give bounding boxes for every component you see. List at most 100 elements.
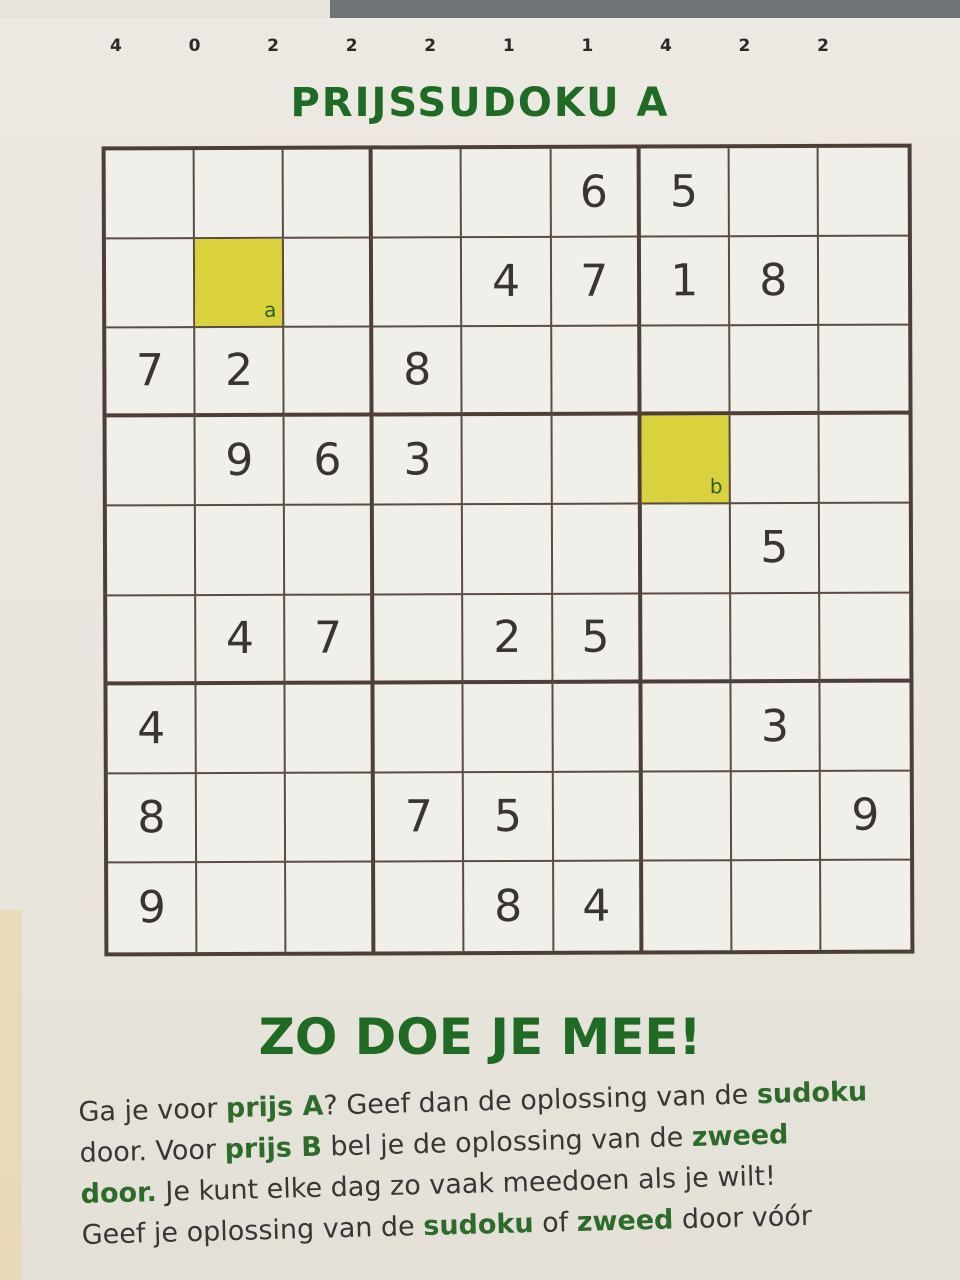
page-edge-shadow	[0, 910, 22, 1280]
sudoku-cell[interactable]	[374, 505, 464, 596]
sudoku-cell[interactable]	[819, 325, 909, 416]
sudoku-cell[interactable]	[731, 771, 821, 862]
sudoku-cell[interactable]: 7	[551, 237, 641, 328]
sudoku-cell[interactable]: 8	[107, 773, 198, 864]
sudoku-cell[interactable]	[729, 147, 819, 238]
sudoku-cell[interactable]	[819, 414, 909, 505]
sudoku-cell[interactable]: 7	[375, 772, 465, 863]
sudoku-cell[interactable]: 9	[195, 417, 286, 507]
sudoku-cell[interactable]	[820, 593, 910, 683]
sudoku-cell[interactable]: 5	[464, 772, 554, 863]
sudoku-cell[interactable]: 4	[107, 684, 197, 775]
sudoku-cell[interactable]	[373, 238, 463, 328]
sudoku-cell[interactable]	[462, 416, 553, 506]
instruction-text: Ga je voor	[78, 1093, 227, 1128]
cell-digit: 8	[403, 344, 432, 396]
sudoku-cell[interactable]	[552, 504, 642, 595]
sudoku-cell[interactable]	[821, 860, 910, 949]
instruction-highlight: sudoku	[756, 1076, 868, 1111]
sudoku-cell[interactable]	[641, 593, 732, 684]
cell-digit: 9	[225, 435, 254, 487]
sudoku-cell[interactable]: 3	[731, 682, 821, 772]
sudoku-cell[interactable]	[640, 326, 731, 416]
sudoku-cell[interactable]: 7	[285, 595, 375, 685]
sudoku-cell[interactable]: 8	[373, 327, 463, 417]
sudoku-cell[interactable]: 6	[284, 416, 375, 507]
sudoku-cell[interactable]	[820, 682, 910, 772]
sudoku-cell[interactable]: 9	[108, 862, 198, 953]
sudoku-cell[interactable]	[642, 861, 733, 951]
sudoku-cell[interactable]: 2	[463, 594, 554, 684]
cell-digit: 4	[491, 256, 521, 308]
sudoku-cell[interactable]	[374, 683, 465, 774]
cell-digit: 9	[851, 789, 880, 841]
sudoku-cell[interactable]	[284, 238, 374, 328]
sudoku-cell[interactable]	[197, 862, 287, 953]
sudoku-cell[interactable]: 4	[462, 237, 552, 328]
sudoku-cell[interactable]: 4	[196, 595, 286, 685]
cell-digit: 2	[493, 611, 522, 663]
top-digit: 0	[188, 36, 202, 56]
sudoku-grid[interactable]: 6 5 a 4 7 1 8 7 2 8 9 6 3 b 5 4 7 2 5 4 3 8 7 5 9 9 8 4	[101, 143, 915, 957]
instruction-text: Geef je oplossing van de	[81, 1211, 424, 1251]
sudoku-cell[interactable]	[375, 862, 465, 952]
sudoku-cell[interactable]	[553, 772, 643, 862]
sudoku-cell[interactable]	[818, 147, 908, 238]
sudoku-cell[interactable]	[285, 684, 376, 774]
top-digit: 2	[738, 36, 752, 56]
sudoku-cell[interactable]	[285, 505, 375, 596]
sudoku-cell[interactable]: 2	[195, 327, 285, 418]
sudoku-cell[interactable]	[194, 149, 285, 240]
sudoku-cell[interactable]	[285, 773, 376, 863]
sudoku-cell[interactable]	[196, 773, 287, 863]
sudoku-cell[interactable]	[374, 594, 464, 685]
sudoku-cell[interactable]: 6	[551, 148, 641, 238]
sudoku-cell[interactable]	[819, 504, 910, 594]
instruction-highlight: zweed	[576, 1204, 674, 1238]
sudoku-cell[interactable]	[107, 595, 197, 686]
sudoku-cell-highlight[interactable]: a	[195, 238, 285, 329]
sudoku-cell[interactable]	[283, 149, 374, 239]
sudoku-cell[interactable]	[642, 682, 732, 773]
sudoku-cell[interactable]: 8	[729, 237, 820, 327]
sudoku-cell[interactable]	[730, 415, 820, 505]
sudoku-cell[interactable]	[462, 148, 552, 239]
sudoku-cell[interactable]: 5	[640, 148, 730, 238]
sudoku-cell[interactable]	[818, 236, 909, 327]
sudoku-cell[interactable]	[372, 149, 463, 239]
sudoku-cell[interactable]	[551, 326, 642, 417]
sudoku-cell[interactable]	[462, 327, 553, 417]
cell-digit: 7	[135, 345, 165, 397]
top-digit: 2	[267, 36, 280, 56]
sudoku-cell[interactable]	[731, 860, 822, 951]
sudoku-cell-highlight[interactable]: b	[641, 415, 731, 505]
sudoku-cell[interactable]	[729, 326, 820, 416]
sudoku-cell[interactable]: 3	[373, 416, 464, 506]
sudoku-cell[interactable]: 5	[552, 594, 643, 684]
sudoku-cell[interactable]	[284, 327, 374, 418]
sudoku-cell[interactable]	[553, 683, 643, 773]
sudoku-cell[interactable]	[642, 771, 732, 862]
cell-digit: 5	[493, 790, 523, 842]
sudoku-cell[interactable]	[106, 417, 196, 507]
cell-digit: 7	[404, 791, 433, 843]
sudoku-cell[interactable]: 4	[553, 861, 644, 951]
sudoku-cell[interactable]	[286, 862, 376, 952]
sudoku-cell[interactable]: 5	[730, 504, 821, 594]
top-digit: 4	[110, 36, 123, 56]
sudoku-cell[interactable]	[552, 415, 642, 506]
sudoku-cell[interactable]	[105, 239, 196, 329]
sudoku-cell[interactable]	[463, 505, 553, 595]
sudoku-cell[interactable]: 9	[820, 771, 911, 861]
sudoku-cell[interactable]	[730, 593, 821, 683]
sudoku-cell[interactable]	[196, 684, 286, 774]
sudoku-cell[interactable]	[105, 150, 196, 240]
sudoku-cell[interactable]: 8	[464, 861, 554, 952]
sudoku-cell[interactable]	[106, 506, 197, 596]
sudoku-cell[interactable]	[641, 504, 731, 595]
sudoku-cell[interactable]: 1	[640, 237, 730, 327]
sudoku-cell[interactable]	[195, 506, 286, 596]
sudoku-cell[interactable]	[463, 683, 554, 773]
how-to-title: ZO DOE JE MEE!	[258, 1008, 702, 1066]
sudoku-cell[interactable]: 7	[106, 328, 196, 418]
